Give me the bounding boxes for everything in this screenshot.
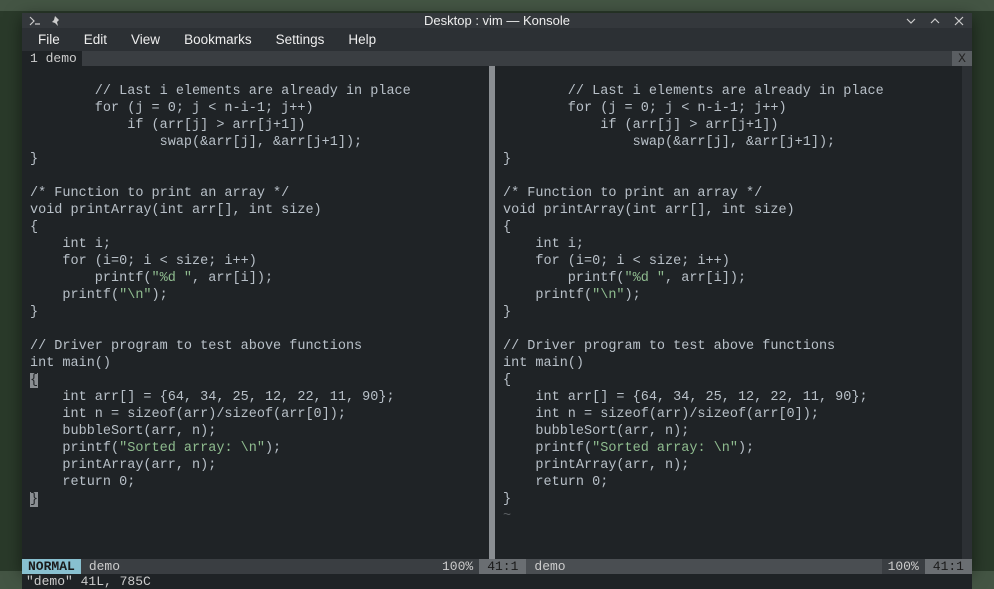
status-file-left: demo [81, 559, 436, 574]
pin-icon[interactable] [50, 14, 64, 28]
status-pct-left: 100% [436, 559, 479, 574]
terminal-icon [28, 14, 42, 28]
menu-edit[interactable]: Edit [72, 28, 119, 51]
status-file-right: demo [526, 559, 881, 574]
close-button[interactable] [952, 14, 966, 28]
tab-active[interactable]: 1 demo [22, 51, 82, 66]
editor-pane-right[interactable]: // Last i elements are already in place … [495, 66, 962, 559]
menu-view[interactable]: View [119, 28, 172, 51]
cursor: { [30, 373, 38, 388]
minimize-button[interactable] [904, 14, 918, 28]
vim-tabline: 1 demo X [22, 51, 972, 66]
maximize-button[interactable] [928, 14, 942, 28]
menu-bookmarks[interactable]: Bookmarks [172, 28, 264, 51]
status-pos-left: 41:1 [479, 559, 526, 574]
window-title: Desktop : vim — Konsole [424, 13, 570, 28]
menu-settings[interactable]: Settings [264, 28, 337, 51]
tabline-fill [82, 51, 952, 66]
menubar: File Edit View Bookmarks Settings Help [22, 28, 972, 51]
tab-close-button[interactable]: X [952, 51, 972, 66]
status-pos-right: 41:1 [925, 559, 972, 574]
scrollbar[interactable] [962, 66, 972, 559]
menu-help[interactable]: Help [336, 28, 388, 51]
konsole-window: Desktop : vim — Konsole File Edit View B… [22, 13, 972, 571]
status-pct-right: 100% [882, 559, 925, 574]
editor-area: // Last i elements are already in place … [22, 66, 972, 559]
menu-file[interactable]: File [26, 28, 72, 51]
statusline: NORMAL demo 100% 41:1 demo 100% 41:1 [22, 559, 972, 574]
titlebar: Desktop : vim — Konsole [22, 13, 972, 28]
status-mode: NORMAL [22, 559, 81, 574]
editor-pane-left[interactable]: // Last i elements are already in place … [22, 66, 489, 559]
